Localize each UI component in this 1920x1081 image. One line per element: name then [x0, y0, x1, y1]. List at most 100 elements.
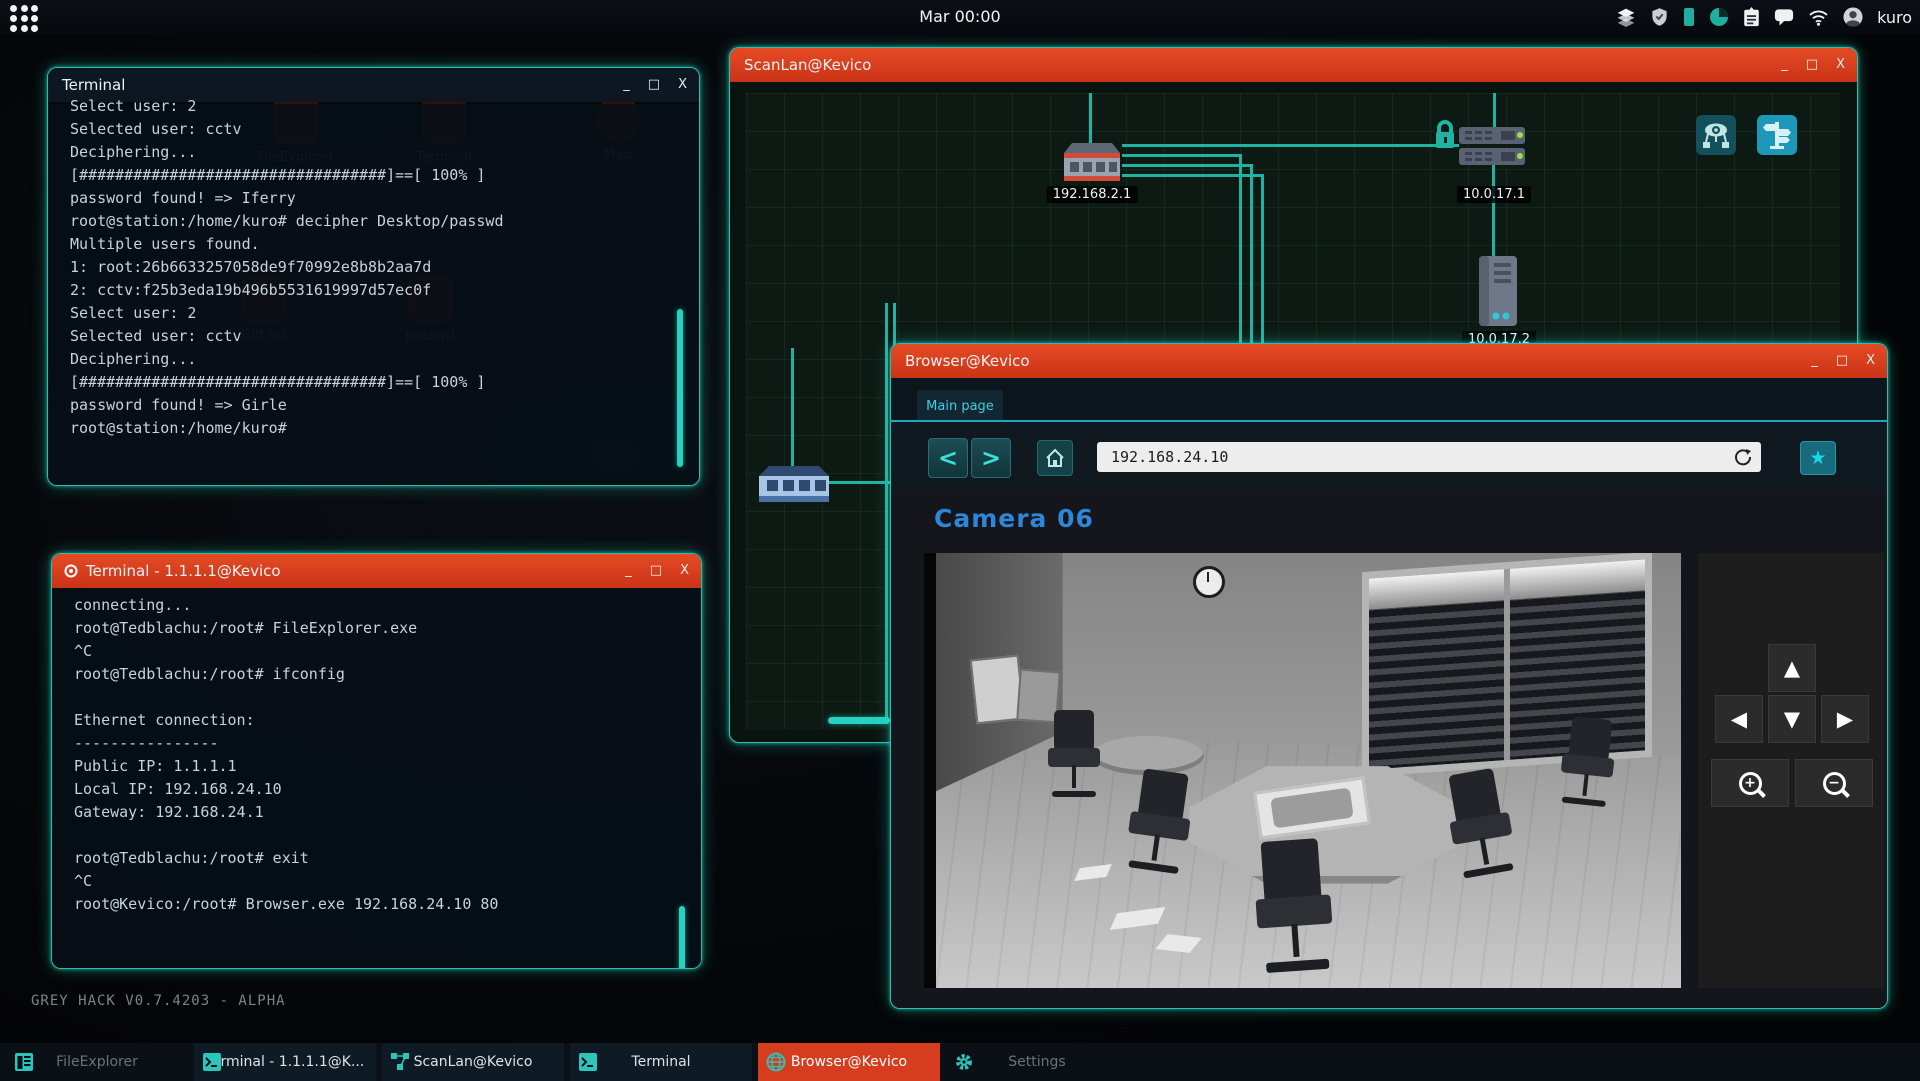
fileexplorer-icon	[14, 1052, 34, 1072]
camera-control-panel: ▲ ◀ ▼ ▶ + −	[1698, 553, 1884, 988]
chair	[1252, 838, 1335, 973]
close-button[interactable]: X	[1866, 344, 1875, 378]
taskbar-item-browser[interactable]: Browser@Kevico	[758, 1043, 940, 1081]
zoom-out-icon: −	[1823, 772, 1846, 795]
camera-feed	[924, 553, 1681, 988]
pan-right-button[interactable]: ▶	[1821, 695, 1869, 743]
network-watch-button[interactable]	[1696, 115, 1736, 155]
taskbar-item-scanlan[interactable]: ScanLan@Kevico	[382, 1043, 564, 1081]
gear-icon	[954, 1052, 974, 1072]
window-terminal-remote: Terminal - 1.1.1.1@Kevico _ □ X connecti…	[51, 553, 702, 969]
tab-main-page[interactable]: Main page	[917, 390, 1003, 422]
window-title: Browser@Kevico	[905, 352, 1030, 370]
shield-check-icon[interactable]	[1650, 7, 1669, 27]
layers-icon[interactable]	[1616, 7, 1636, 27]
network-line	[1122, 144, 1459, 147]
chat-icon[interactable]	[1774, 8, 1794, 27]
node-ip-label: 10.0.17.1	[1457, 186, 1531, 203]
rack-server-icon	[1459, 127, 1525, 167]
network-line	[1089, 93, 1092, 143]
taskbar-label: Terminal - 1.1.1.1@K...	[206, 1054, 365, 1070]
avatar-icon[interactable]	[1843, 7, 1863, 27]
node-router[interactable]	[1064, 143, 1120, 187]
minimize-button[interactable]: _	[1811, 344, 1818, 378]
clipboard-icon[interactable]	[1743, 7, 1760, 27]
taskbar: FileExplorer Terminal - 1.1.1.1@K... Sca…	[0, 1042, 1920, 1081]
system-tray: kuro	[1616, 0, 1912, 34]
terminal-output[interactable]: Select user: 2 Selected user: cctv Decip…	[48, 104, 699, 485]
maximize-button[interactable]: □	[1836, 344, 1848, 378]
taskbar-item-terminal[interactable]: Terminal	[570, 1043, 752, 1081]
signpost-button[interactable]	[1757, 115, 1797, 155]
network-line	[885, 303, 888, 721]
signpost-icon	[1762, 120, 1792, 150]
camera-room-render	[936, 553, 1681, 988]
forward-button[interactable]: >	[971, 438, 1011, 478]
pan-up-button[interactable]: ▲	[1768, 644, 1816, 692]
terminal-icon	[578, 1052, 598, 1072]
node-tower-server[interactable]	[1479, 256, 1517, 330]
battery-icon[interactable]	[1683, 7, 1695, 27]
address-bar[interactable]	[1097, 442, 1761, 472]
terminal-scrollbar[interactable]	[677, 309, 683, 467]
network-line	[1492, 165, 1495, 256]
browser-tab-strip: Main page	[891, 378, 1887, 422]
resource-pie-icon[interactable]	[1709, 7, 1729, 27]
scanlan-titlebar[interactable]: ScanLan@Kevico _ □ X	[730, 48, 1857, 82]
chair	[1557, 716, 1618, 808]
terminal-output[interactable]: connecting... root@Tedblachu:/root# File…	[52, 588, 701, 968]
zoom-in-button[interactable]: +	[1711, 759, 1789, 807]
chair	[1048, 710, 1100, 797]
wall-clock	[1193, 566, 1225, 598]
taskbar-label: Settings	[1008, 1054, 1065, 1070]
zoom-in-icon: +	[1739, 772, 1762, 795]
network-line	[1122, 174, 1264, 177]
eye-network-icon	[1701, 120, 1731, 150]
zoom-out-button[interactable]: −	[1795, 759, 1873, 807]
window-title: Terminal - 1.1.1.1@Kevico	[86, 562, 281, 580]
router-icon	[1064, 143, 1120, 183]
browser-titlebar[interactable]: Browser@Kevico _ □ X	[891, 344, 1887, 378]
back-button[interactable]: <	[928, 438, 968, 478]
username[interactable]: kuro	[1877, 8, 1912, 27]
pan-down-button[interactable]: ▼	[1768, 695, 1816, 743]
globe-icon	[766, 1052, 786, 1072]
tower-server-icon	[1479, 256, 1517, 326]
star-icon: ★	[1809, 447, 1826, 469]
browser-toolbar: < > ★	[891, 422, 1887, 492]
network-line	[1122, 154, 1242, 157]
taskbar-label: FileExplorer	[56, 1054, 138, 1070]
maximize-button[interactable]: □	[1806, 48, 1818, 82]
network-line	[791, 348, 794, 466]
taskbar-label: Terminal	[631, 1054, 690, 1070]
network-line	[1493, 93, 1496, 129]
window-title: ScanLan@Kevico	[744, 56, 871, 74]
taskbar-item-fileexplorer[interactable]: FileExplorer	[6, 1043, 188, 1081]
home-icon	[1045, 448, 1065, 468]
bookmark-button[interactable]: ★	[1800, 441, 1836, 475]
minimize-button[interactable]: _	[1781, 48, 1788, 82]
terminal-scrollbar[interactable]	[679, 906, 685, 969]
taskbar-item-terminal-remote[interactable]: Terminal - 1.1.1.1@K...	[194, 1043, 376, 1081]
refresh-button[interactable]	[1733, 447, 1753, 467]
terminal-text: Select user: 2 Selected user: cctv Decip…	[48, 95, 699, 440]
terminal-text: connecting... root@Tedblachu:/root# File…	[52, 580, 701, 916]
address-input[interactable]	[1109, 447, 1733, 467]
pan-left-button[interactable]: ◀	[1715, 695, 1763, 743]
terminal-icon	[202, 1052, 222, 1072]
wifi-icon[interactable]	[1808, 9, 1829, 26]
node-ip-label: 192.168.2.1	[1047, 186, 1138, 203]
home-button[interactable]	[1037, 440, 1073, 476]
taskbar-item-settings[interactable]: Settings	[946, 1043, 1128, 1081]
switch-icon	[759, 466, 829, 502]
close-button[interactable]: X	[1836, 48, 1845, 82]
network-line	[1122, 164, 1253, 167]
window-browser: Browser@Kevico _ □ X Main page < >	[890, 343, 1888, 1009]
network-icon	[390, 1052, 410, 1072]
taskbar-label: Browser@Kevico	[791, 1054, 907, 1070]
window-terminal: Terminal _ □ X Select user: 2 Selected u…	[47, 67, 700, 486]
version-text: GREY HACK V0.7.4203 - ALPHA	[31, 993, 286, 1009]
map-scrollbar-horizontal[interactable]	[828, 717, 890, 724]
node-switch[interactable]	[759, 466, 829, 506]
node-rack-server[interactable]	[1459, 127, 1525, 171]
